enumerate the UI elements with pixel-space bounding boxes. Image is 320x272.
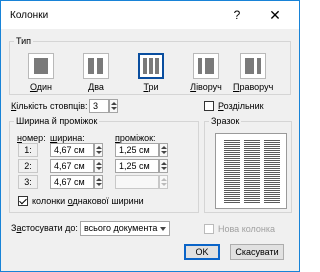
preset-left-bar-2	[205, 58, 214, 74]
spin-down-icon	[96, 183, 102, 186]
column-count-label: Кількість стовпців:	[11, 101, 88, 111]
spin-down-icon	[161, 183, 167, 186]
spacing-input-2[interactable]: 1,25 см	[115, 159, 159, 173]
preview-column-3	[264, 140, 280, 204]
preset-three-bar-3	[155, 58, 159, 74]
preset-left[interactable]	[193, 53, 219, 79]
spin-up-icon	[96, 162, 102, 165]
preview-column-2	[244, 140, 260, 204]
preset-two-bar-2	[97, 58, 103, 74]
spacing-spinner-1[interactable]	[159, 143, 168, 157]
width-spinner-2[interactable]	[94, 159, 103, 173]
spin-down-icon	[96, 151, 102, 154]
spacing-input-3	[115, 175, 159, 189]
type-group-label: Тип	[14, 36, 34, 47]
columns-dialog: Колонки ? ✕ Тип Один Два Три Ліворуч Пра…	[0, 0, 300, 272]
spin-down-icon	[161, 167, 167, 170]
spacing-input-1[interactable]: 1,25 см	[115, 143, 159, 157]
apply-to-label: Застосувати до:	[11, 223, 78, 233]
row-number-1: 1:	[18, 143, 38, 157]
row-number-3: 3:	[18, 175, 38, 189]
width-input-2[interactable]: 4,67 см	[50, 159, 94, 173]
ok-button[interactable]: OK	[184, 244, 220, 260]
apply-to-select[interactable]: всього документа	[80, 221, 170, 236]
spin-up-icon	[161, 178, 167, 181]
close-button[interactable]: ✕	[267, 7, 283, 23]
preset-left-label: Ліворуч	[190, 82, 222, 92]
spin-up-icon	[96, 146, 102, 149]
preview-group-label: Зразок	[209, 116, 242, 127]
cancel-button[interactable]: Скасувати	[230, 244, 284, 260]
spin-down-icon	[111, 107, 117, 110]
spin-down-icon	[161, 151, 167, 154]
equal-width-label: колонки однакової ширини	[32, 196, 144, 206]
preset-one[interactable]	[28, 53, 54, 79]
spin-up-icon	[161, 146, 167, 149]
new-column-checkbox	[204, 224, 214, 234]
column-count-spinner[interactable]	[109, 99, 118, 113]
preview-column-1	[224, 140, 240, 204]
preset-one-label: Один	[29, 82, 53, 92]
width-input-1[interactable]: 4,67 см	[50, 143, 94, 157]
preset-left-bar-1	[198, 58, 202, 74]
width-input-3[interactable]: 4,67 см	[50, 175, 94, 189]
preview-page	[215, 133, 287, 209]
new-column-label: Нова колонка	[218, 224, 276, 234]
preset-one-bar	[34, 58, 48, 74]
chevron-down-icon	[160, 227, 166, 231]
width-spinner-1[interactable]	[94, 143, 103, 157]
preset-two-bar-1	[88, 58, 94, 74]
width-spinner-3[interactable]	[94, 175, 103, 189]
spacing-spinner-3	[159, 175, 168, 189]
spin-up-icon	[96, 178, 102, 181]
preset-two-label: Два	[88, 82, 104, 92]
width-spacing-group-label: Ширина й проміжок	[14, 116, 100, 127]
preset-three[interactable]	[138, 53, 164, 79]
apply-to-value: всього документа	[84, 223, 158, 233]
separator-label: Роздільник	[218, 101, 264, 111]
spin-up-icon	[111, 102, 117, 105]
preset-two[interactable]	[83, 53, 109, 79]
preset-three-label: Три	[143, 82, 159, 92]
title-bar: Колонки ? ✕	[1, 1, 299, 29]
preset-right-bar-2	[257, 58, 261, 74]
row-number-2: 2:	[18, 159, 38, 173]
spacing-spinner-2[interactable]	[159, 159, 168, 173]
preset-right-label: Праворуч	[233, 82, 274, 92]
preset-three-bar-1	[143, 58, 147, 74]
separator-checkbox[interactable]	[204, 101, 214, 111]
equal-width-checkbox[interactable]	[18, 196, 28, 206]
help-button[interactable]: ?	[229, 7, 245, 23]
preset-three-bar-2	[149, 58, 153, 74]
spin-up-icon	[161, 162, 167, 165]
preset-right[interactable]	[240, 53, 266, 79]
spin-down-icon	[96, 167, 102, 170]
preset-right-bar-1	[245, 58, 254, 74]
column-count-input[interactable]: 3	[89, 99, 109, 113]
dialog-title: Колонки	[10, 10, 49, 21]
